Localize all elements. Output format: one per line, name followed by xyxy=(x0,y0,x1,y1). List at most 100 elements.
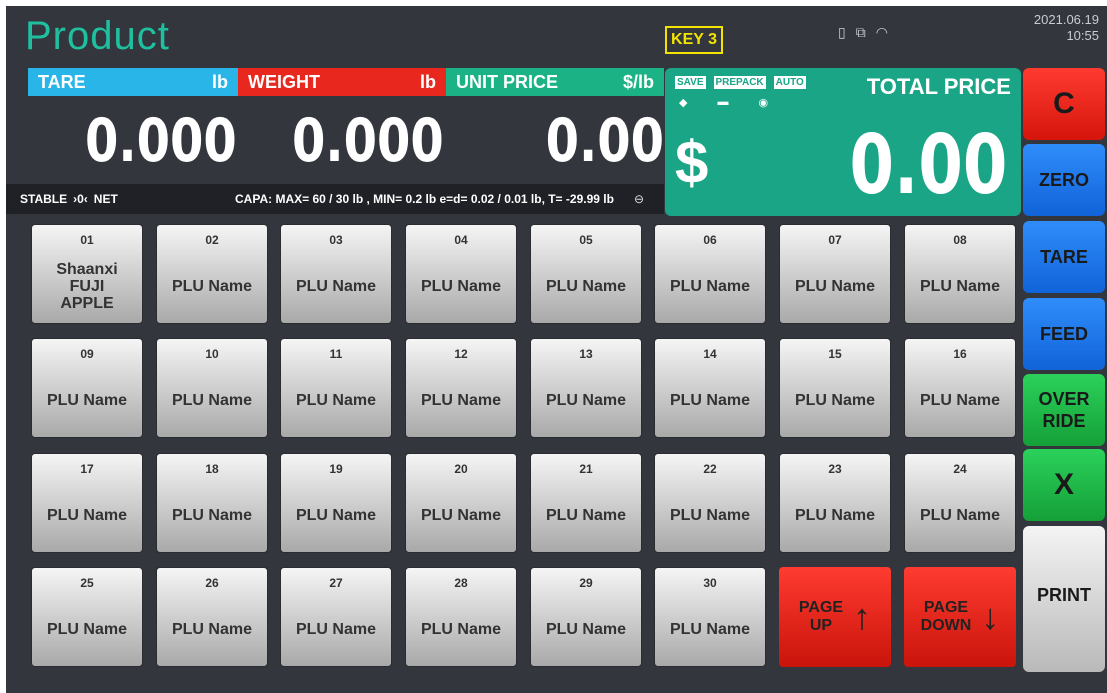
plu-button[interactable]: 18 PLU Name xyxy=(156,453,268,553)
plu-button[interactable]: 29 PLU Name xyxy=(530,567,642,667)
stable-text: STABLE xyxy=(20,192,68,206)
plu-button[interactable]: 30 PLU Name xyxy=(654,567,766,667)
plu-button[interactable]: 06 PLU Name xyxy=(654,224,766,324)
plu-number: 25 xyxy=(80,576,94,590)
plu-number: 14 xyxy=(703,347,717,361)
total-price-value: 0.00 xyxy=(849,118,1007,213)
mode-icons: ◆ ▬ ◉ xyxy=(679,96,768,109)
plu-button[interactable]: 10 PLU Name xyxy=(156,338,268,438)
plu-name: PLU Name xyxy=(545,277,627,295)
weight-value: 0.000 xyxy=(292,106,444,176)
plu-number: 10 xyxy=(205,347,219,361)
plu-button[interactable]: 03 PLU Name xyxy=(280,224,392,324)
plu-name: PLU Name xyxy=(669,506,751,524)
key-badge[interactable]: KEY 3 xyxy=(665,26,723,54)
plu-number: 20 xyxy=(454,462,468,476)
capacity-text: CAPA: MAX= 60 / 30 lb , MIN= 0.2 lb e=d=… xyxy=(235,192,614,206)
plu-number: 27 xyxy=(329,576,343,590)
plu-button[interactable]: 14 PLU Name xyxy=(654,338,766,438)
plu-button[interactable]: 25 PLU Name xyxy=(31,567,143,667)
plu-number: 28 xyxy=(454,576,468,590)
plu-name: PLU Name xyxy=(295,277,377,295)
network-icon: ⧉ xyxy=(855,24,866,40)
plu-number: 19 xyxy=(329,462,343,476)
plu-name: PLU Name xyxy=(171,506,253,524)
currency-symbol: $ xyxy=(675,129,709,196)
total-price-panel: SAVE PREPACK AUTO ◆ ▬ ◉ TOTAL PRICE $ 0.… xyxy=(665,68,1021,216)
clear-button[interactable]: C xyxy=(1023,68,1105,140)
plu-button[interactable]: 24 PLU Name xyxy=(904,453,1016,553)
tare-label: TARE lb xyxy=(28,68,238,96)
plu-number: 07 xyxy=(828,233,842,247)
plu-button[interactable]: 15 PLU Name xyxy=(779,338,891,438)
plu-number: 22 xyxy=(703,462,717,476)
plu-name: PLU Name xyxy=(919,277,1001,295)
date-text: 2021.06.19 xyxy=(1033,12,1099,27)
page-up-button[interactable]: PAGE UP ↑ xyxy=(779,567,891,667)
plu-name: PLU Name xyxy=(46,506,128,524)
plu-number: 30 xyxy=(703,576,717,590)
plu-number: 15 xyxy=(828,347,842,361)
plu-button[interactable]: 02 PLU Name xyxy=(156,224,268,324)
plu-name: PLU Name xyxy=(420,620,502,638)
plu-name: PLU Name xyxy=(171,620,253,638)
plu-button[interactable]: 07 PLU Name xyxy=(779,224,891,324)
plu-name: PLU Name xyxy=(919,506,1001,524)
plu-button[interactable]: 21 PLU Name xyxy=(530,453,642,553)
weight-label: WEIGHT lb xyxy=(238,68,446,96)
plu-number: 11 xyxy=(329,347,343,361)
scale-screen: Product KEY 3 ▯ ⧉ ◠ 2021.06.19 10:55 TAR… xyxy=(6,6,1107,693)
plu-button[interactable]: 09 PLU Name xyxy=(31,338,143,438)
plu-button[interactable]: 20 PLU Name xyxy=(405,453,517,553)
print-button[interactable]: PRINT xyxy=(1023,526,1105,672)
save-tag: SAVE xyxy=(675,76,706,89)
plu-name: PLU Name xyxy=(545,620,627,638)
plu-name: Shaanxi FUJI APPLE xyxy=(56,260,118,312)
plu-button[interactable]: 05 PLU Name xyxy=(530,224,642,324)
stable-indicators: STABLE ›0‹ NET xyxy=(20,192,118,206)
mode-tags: SAVE PREPACK AUTO xyxy=(675,76,806,89)
status-bar: STABLE ›0‹ NET CAPA: MAX= 60 / 30 lb , M… xyxy=(6,184,664,214)
plu-button[interactable]: 26 PLU Name xyxy=(156,567,268,667)
page-up-label: PAGE UP xyxy=(798,599,844,634)
plu-number: 08 xyxy=(953,233,967,247)
plu-button[interactable]: 11 PLU Name xyxy=(280,338,392,438)
unit-price-label: UNIT PRICE $/lb xyxy=(446,68,664,96)
feed-button[interactable]: FEED xyxy=(1023,298,1105,370)
plu-number: 01 xyxy=(80,233,94,247)
plu-name: PLU Name xyxy=(420,277,502,295)
plu-button[interactable]: 19 PLU Name xyxy=(280,453,392,553)
plu-button[interactable]: 01 Shaanxi FUJI APPLE xyxy=(31,224,143,324)
plu-button[interactable]: 27 PLU Name xyxy=(280,567,392,667)
plu-button[interactable]: 28 PLU Name xyxy=(405,567,517,667)
tare-unit: lb xyxy=(212,71,228,92)
unit-price-value: 0.00 xyxy=(545,106,664,176)
plu-name: PLU Name xyxy=(794,391,876,409)
zero-button[interactable]: ZERO xyxy=(1023,144,1105,216)
timer-icon: ◉ xyxy=(758,97,769,109)
plu-button[interactable]: 12 PLU Name xyxy=(405,338,517,438)
plu-button[interactable]: 22 PLU Name xyxy=(654,453,766,553)
x-button[interactable]: X xyxy=(1023,449,1105,521)
unit-price-unit: $/lb xyxy=(622,71,654,92)
override-button[interactable]: OVER RIDE xyxy=(1023,374,1105,446)
plu-number: 12 xyxy=(454,347,468,361)
plu-button[interactable]: 17 PLU Name xyxy=(31,453,143,553)
plu-button[interactable]: 23 PLU Name xyxy=(779,453,891,553)
plu-button[interactable]: 16 PLU Name xyxy=(904,338,1016,438)
plu-button[interactable]: 04 PLU Name xyxy=(405,224,517,324)
plu-name: PLU Name xyxy=(171,277,253,295)
plu-button[interactable]: 08 PLU Name xyxy=(904,224,1016,324)
label-icon: ▬ xyxy=(717,96,729,108)
plu-button[interactable]: 13 PLU Name xyxy=(530,338,642,438)
plu-name: PLU Name xyxy=(295,620,377,638)
price-tag-icon: ◆ xyxy=(679,97,688,109)
plu-number: 02 xyxy=(205,233,219,247)
plu-number: 17 xyxy=(80,462,94,476)
plu-number: 24 xyxy=(953,462,967,476)
page-down-button[interactable]: PAGE DOWN ↓ xyxy=(904,567,1016,667)
plu-name: PLU Name xyxy=(545,391,627,409)
plu-name: PLU Name xyxy=(295,391,377,409)
weight-unit: lb xyxy=(420,71,436,92)
tare-button[interactable]: TARE xyxy=(1023,221,1105,293)
